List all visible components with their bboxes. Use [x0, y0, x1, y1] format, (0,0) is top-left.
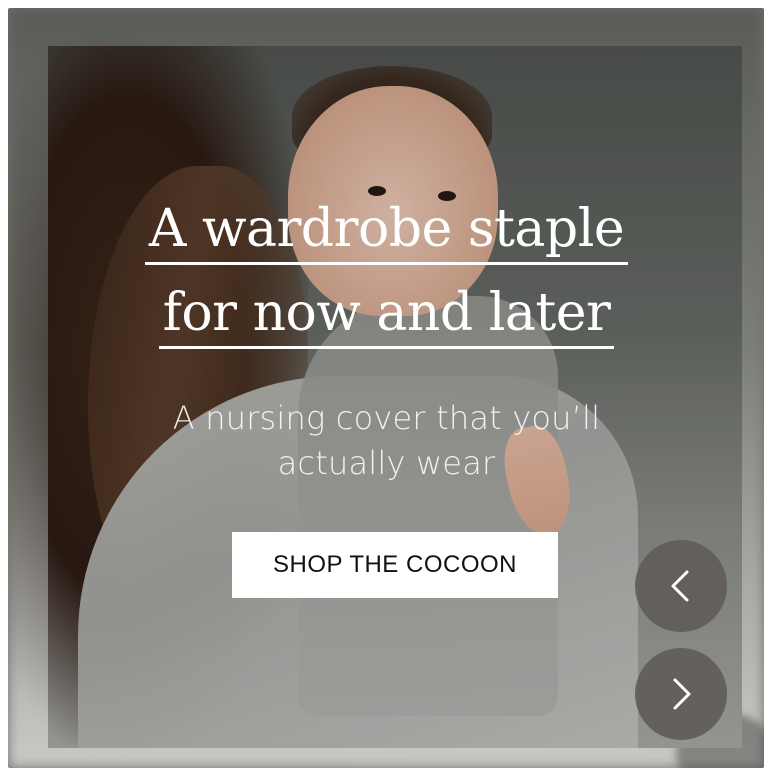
headline-line-1: A wardrobe staple — [0, 198, 773, 265]
headline-line-1-text: A wardrobe staple — [144, 198, 629, 265]
carousel-frame — [8, 8, 764, 768]
subhead-line-2: actually wear — [277, 444, 496, 482]
headline-line-2-text: for now and later — [158, 282, 615, 349]
chevron-left-icon — [671, 570, 689, 602]
chevron-right-icon — [673, 678, 691, 710]
carousel-prev-button[interactable] — [635, 540, 727, 632]
subhead-line-1: A nursing cover that you’ll — [172, 399, 601, 437]
shop-the-cocoon-button[interactable]: SHOP THE COCOON — [232, 532, 558, 598]
headline-line-2: for now and later — [0, 282, 773, 349]
carousel-next-button[interactable] — [635, 648, 727, 740]
